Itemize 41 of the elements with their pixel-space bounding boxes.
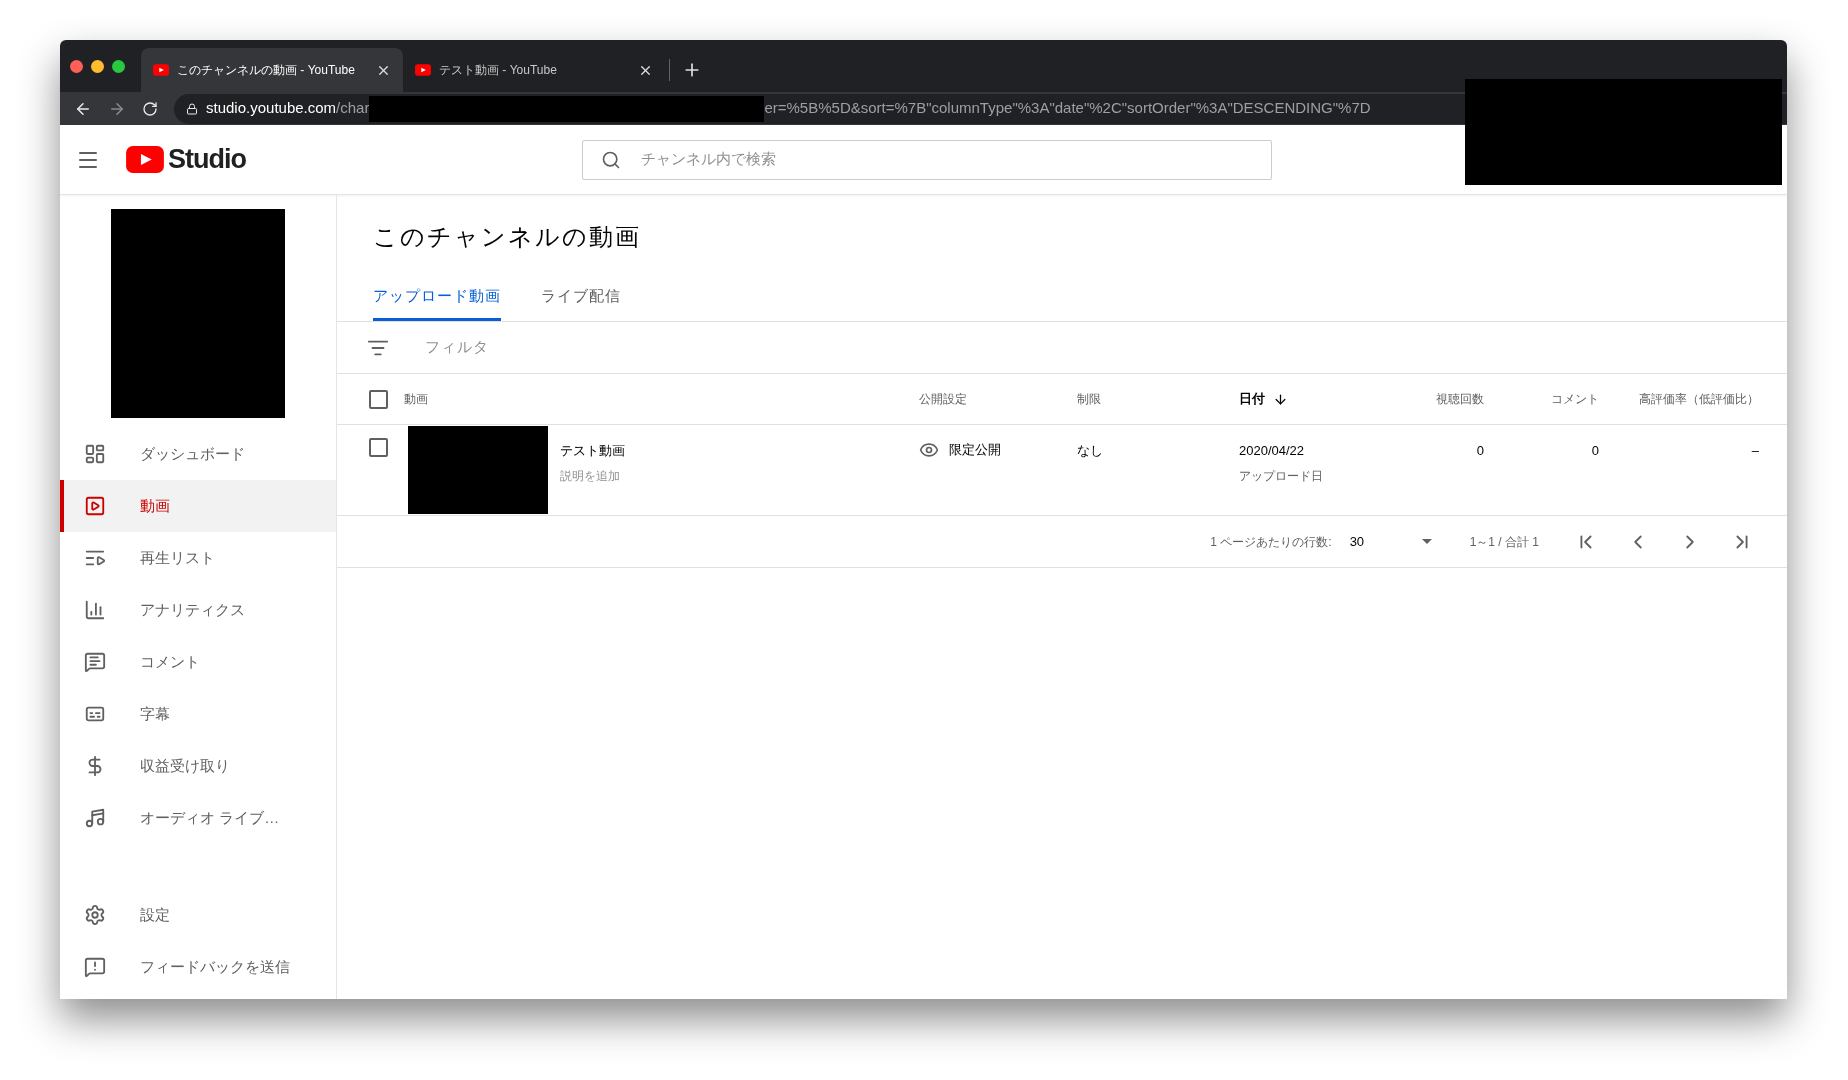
column-header[interactable]: 動画 <box>404 390 428 408</box>
rating-value: – <box>1751 442 1759 460</box>
url-text[interactable]: er=%5B%5D&sort=%7B"columnType"%3A"date"%2C"sortOrder"%3A"DESCENDING"%7D <box>764 97 1371 120</box>
sidebar-item[interactable]: アナリティクス <box>60 584 336 636</box>
page-range: 1～1 / 合計 1 <box>1469 533 1539 551</box>
sidebar-item[interactable]: ダッシュボード <box>60 428 336 480</box>
column-header[interactable]: 公開設定 <box>919 390 967 408</box>
column-header[interactable]: 日付 <box>1239 389 1288 409</box>
visibility-text[interactable]: 限定公開 <box>949 440 1001 460</box>
date-label: アップロード日 <box>1239 467 1323 485</box>
rows-per-page-dropdown[interactable]: 30 <box>1349 531 1432 552</box>
comments-count: 0 <box>1591 442 1599 460</box>
tab-title: このチャンネルの動画 - YouTube <box>177 62 356 79</box>
sidebar-item[interactable]: コメント <box>60 636 336 688</box>
browser-tab[interactable]: このチャンネルの動画 - YouTube <box>141 48 403 92</box>
column-header[interactable]: 制限 <box>1077 390 1101 408</box>
sidebar-item[interactable]: オーディオ ライブ… <box>60 792 336 844</box>
page-tab[interactable]: ライブ配信 <box>541 275 621 321</box>
search-input[interactable]: チャンネル内で検索 <box>641 148 1253 171</box>
browser-tab[interactable]: テスト動画 - YouTube <box>403 48 665 92</box>
sidebar-item[interactable]: 動画 <box>60 480 336 532</box>
page-title: このチャンネルの動画 <box>372 222 642 252</box>
tab-title: テスト動画 - YouTube <box>439 62 558 79</box>
url-text[interactable]: studio.youtube.com/char <box>206 97 370 120</box>
column-header[interactable]: コメント <box>1551 390 1599 408</box>
column-header[interactable]: 視聴回数 <box>1436 390 1484 408</box>
sidebar-item[interactable]: 再生リスト <box>60 532 336 584</box>
sidebar-item[interactable]: 字幕 <box>60 688 336 740</box>
sidebar-item[interactable]: フィードバックを送信 <box>60 941 336 993</box>
sidebar-item[interactable]: 設定 <box>60 889 336 941</box>
page-tab[interactable]: アップロード動画 <box>373 275 501 321</box>
rows-per-page-label: 1 ページあたりの行数: <box>1210 533 1332 551</box>
search-field[interactable]: チャンネル内で検索 <box>582 139 1272 180</box>
date-text: 2020/04/22 <box>1239 442 1305 460</box>
filter-input[interactable]: フィルタ <box>425 336 624 359</box>
column-header[interactable]: 高評価率（低評価比） <box>1639 390 1759 408</box>
sidebar-item[interactable]: 収益受け取り <box>60 740 336 792</box>
views-count: 0 <box>1476 442 1484 460</box>
video-title[interactable]: テスト動画 <box>560 441 625 461</box>
logo-text: Studio <box>168 143 246 177</box>
restriction-text: なし <box>1077 443 1103 458</box>
